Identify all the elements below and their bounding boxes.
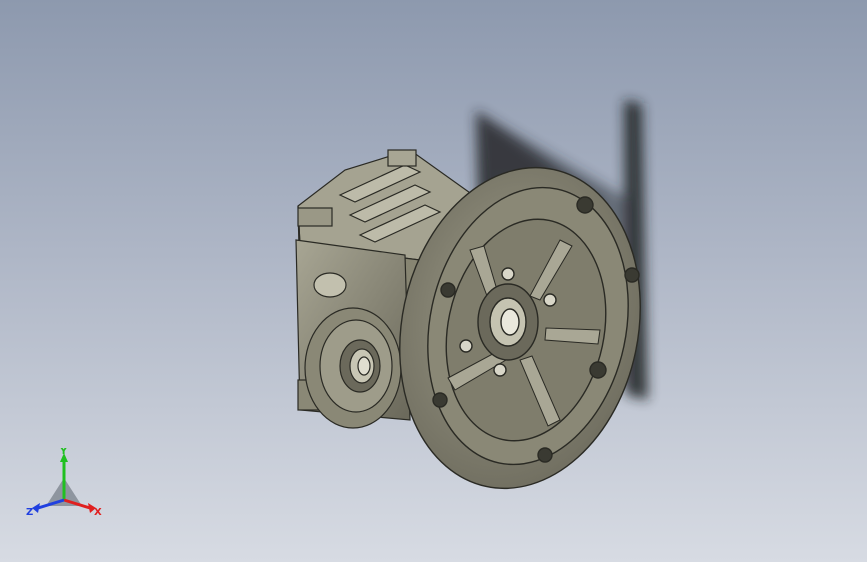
- orientation-triad: Y X Z: [26, 448, 102, 518]
- x-axis-label: X: [94, 507, 102, 518]
- y-axis-label: Y: [59, 448, 68, 457]
- output-flange[interactable]: [304, 307, 402, 429]
- z-axis-label: Z: [26, 507, 33, 518]
- gearbox-model[interactable]: [0, 0, 867, 562]
- graphics-viewport[interactable]: Y X Z: [0, 0, 867, 562]
